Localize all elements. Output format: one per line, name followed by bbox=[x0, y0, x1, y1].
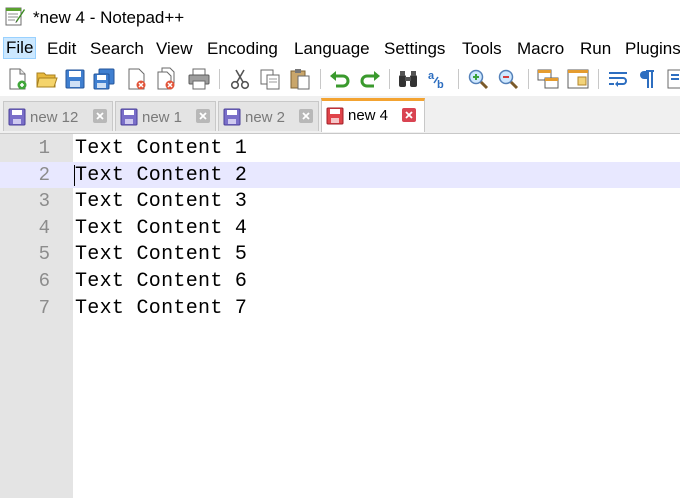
toolbar: ab bbox=[0, 62, 680, 96]
save-icon[interactable] bbox=[63, 67, 87, 91]
editor-line[interactable]: 3 Text Content 3 bbox=[0, 188, 680, 214]
tab-new-4[interactable]: new 4 bbox=[321, 98, 425, 132]
line-text[interactable]: Text Content 5 bbox=[75, 243, 247, 266]
show-all-chars-icon[interactable] bbox=[636, 67, 660, 91]
word-wrap-icon[interactable] bbox=[606, 67, 630, 91]
text-caret bbox=[74, 165, 75, 186]
svg-text:b: b bbox=[437, 79, 444, 91]
line-text[interactable]: Text Content 7 bbox=[75, 297, 247, 320]
menu-tools[interactable]: Tools bbox=[462, 39, 502, 59]
toolbar-separator bbox=[320, 69, 321, 89]
close-tab-icon[interactable] bbox=[196, 109, 210, 123]
sync-vertical-icon[interactable] bbox=[536, 67, 560, 91]
tab-label: new 12 bbox=[30, 109, 79, 126]
line-text[interactable]: Text Content 2 bbox=[75, 164, 247, 187]
new-file-icon[interactable] bbox=[5, 67, 29, 91]
redo-icon[interactable] bbox=[358, 67, 382, 91]
toolbar-separator bbox=[458, 69, 459, 89]
line-text[interactable]: Text Content 6 bbox=[75, 270, 247, 293]
editor-line[interactable]: 5 Text Content 5 bbox=[0, 241, 680, 267]
menu-file[interactable]: File bbox=[3, 37, 37, 59]
save-disk-icon bbox=[8, 108, 26, 126]
line-number: 5 bbox=[38, 243, 50, 265]
paste-icon[interactable] bbox=[288, 67, 312, 91]
tab-bar: new 12 new 1 new 2 new 4 bbox=[0, 96, 680, 134]
toolbar-overflow-icon[interactable] bbox=[664, 67, 680, 91]
replace-icon[interactable]: ab bbox=[426, 67, 450, 91]
undo-icon[interactable] bbox=[328, 67, 352, 91]
line-number: 4 bbox=[38, 217, 50, 239]
toolbar-separator bbox=[219, 69, 220, 89]
tab-label: new 4 bbox=[348, 107, 389, 124]
print-icon[interactable] bbox=[187, 67, 211, 91]
close-tab-icon[interactable] bbox=[299, 109, 313, 123]
title-bar: *new 4 - Notepad++ bbox=[0, 0, 680, 36]
editor-line-current[interactable]: 2 Text Content 2 bbox=[0, 162, 680, 188]
save-disk-icon bbox=[120, 108, 138, 126]
toolbar-separator bbox=[528, 69, 529, 89]
line-text[interactable]: Text Content 1 bbox=[75, 137, 247, 160]
window-title: *new 4 - Notepad++ bbox=[33, 8, 185, 27]
menu-bar: File Edit Search View Encoding Language … bbox=[0, 36, 680, 62]
line-text[interactable]: Text Content 4 bbox=[75, 217, 247, 240]
editor-line[interactable]: 7 Text Content 7 bbox=[0, 295, 680, 321]
sync-horizontal-icon[interactable] bbox=[566, 67, 590, 91]
unsaved-disk-icon bbox=[326, 107, 344, 125]
close-icon[interactable] bbox=[124, 67, 148, 91]
close-tab-icon[interactable] bbox=[93, 109, 107, 123]
svg-text:a: a bbox=[428, 70, 435, 82]
save-all-icon[interactable] bbox=[92, 67, 116, 91]
editor-line[interactable]: 4 Text Content 4 bbox=[0, 215, 680, 241]
menu-search[interactable]: Search bbox=[90, 39, 144, 59]
tab-new-12[interactable]: new 12 bbox=[3, 101, 113, 131]
line-number: 1 bbox=[38, 137, 50, 159]
menu-settings[interactable]: Settings bbox=[384, 39, 445, 59]
line-number: 2 bbox=[38, 164, 50, 186]
menu-view[interactable]: View bbox=[156, 39, 193, 59]
toolbar-separator bbox=[598, 69, 599, 89]
find-icon[interactable] bbox=[396, 67, 420, 91]
toolbar-separator bbox=[389, 69, 390, 89]
menu-edit[interactable]: Edit bbox=[47, 39, 76, 59]
line-text[interactable]: Text Content 3 bbox=[75, 190, 247, 213]
zoom-out-icon[interactable] bbox=[496, 67, 520, 91]
copy-icon[interactable] bbox=[258, 67, 282, 91]
editor-area[interactable]: 1 Text Content 1 2 Text Content 2 3 Text… bbox=[0, 134, 680, 498]
editor-line[interactable]: 6 Text Content 6 bbox=[0, 268, 680, 294]
save-disk-icon bbox=[223, 108, 241, 126]
tab-new-2[interactable]: new 2 bbox=[218, 101, 319, 131]
close-tab-icon[interactable] bbox=[402, 108, 416, 122]
menu-language[interactable]: Language bbox=[294, 39, 370, 59]
tab-label: new 2 bbox=[245, 109, 286, 126]
notepad-app-icon[interactable] bbox=[4, 5, 26, 27]
editor-line[interactable]: 1 Text Content 1 bbox=[0, 135, 680, 161]
menu-encoding[interactable]: Encoding bbox=[207, 39, 278, 59]
tab-label: new 1 bbox=[142, 109, 183, 126]
close-all-icon[interactable] bbox=[154, 67, 178, 91]
line-number: 7 bbox=[38, 297, 50, 319]
cut-icon[interactable] bbox=[228, 67, 252, 91]
tab-new-1[interactable]: new 1 bbox=[115, 101, 216, 131]
menu-plugins[interactable]: Plugins bbox=[625, 39, 680, 59]
menu-macro[interactable]: Macro bbox=[517, 39, 564, 59]
zoom-in-icon[interactable] bbox=[466, 67, 490, 91]
line-number: 3 bbox=[38, 190, 50, 212]
menu-run[interactable]: Run bbox=[580, 39, 611, 59]
line-number: 6 bbox=[38, 270, 50, 292]
open-file-icon[interactable] bbox=[35, 67, 59, 91]
